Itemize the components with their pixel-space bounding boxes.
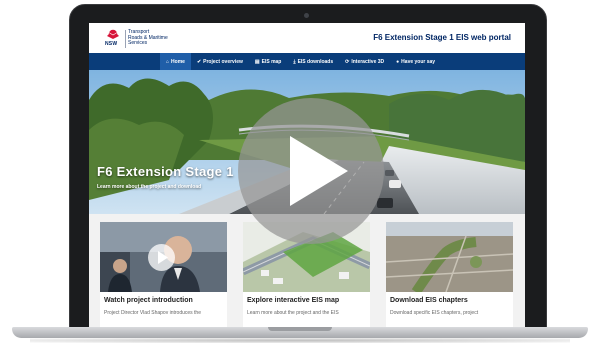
card-title[interactable]: Watch project introduction <box>104 297 193 304</box>
refresh-icon: ⟳ <box>345 58 350 65</box>
check-icon: ✔ <box>196 58 202 65</box>
nav-item-interactive-3d[interactable]: ⟳ Interactive 3D <box>339 53 390 70</box>
card-video-thumbnail[interactable] <box>100 222 227 292</box>
hero-subtitle[interactable]: Learn more about the project and downloa… <box>97 184 201 190</box>
site-header: NSW Transport Roads & Maritime Services … <box>89 23 525 53</box>
nav-item-label: Have your say <box>401 58 436 65</box>
nav-item-eis-downloads[interactable]: ⤓ EIS downloads <box>287 53 339 70</box>
laptop-notch <box>268 327 332 331</box>
nav-item-home[interactable]: ⌂ Home <box>160 53 191 70</box>
webcam <box>304 13 309 18</box>
card-aerial-image[interactable] <box>386 222 513 292</box>
play-icon <box>290 136 348 206</box>
agency-line: Services <box>128 40 148 47</box>
map-icon: ▤ <box>254 58 260 65</box>
home-icon: ⌂ <box>166 58 170 65</box>
laptop-shadow <box>30 338 570 343</box>
download-icon: ⤓ <box>293 58 296 65</box>
nav-item-eis-map[interactable]: ▤ EIS map <box>249 53 287 70</box>
nav-item-label: Interactive 3D <box>351 58 385 65</box>
nav-item-have-your-say[interactable]: ● Have your say <box>390 53 441 70</box>
card-watch-introduction[interactable]: Watch project introduction Project Direc… <box>100 222 227 327</box>
agency-name: Transport Roads & Maritime Services <box>128 29 168 47</box>
card-title[interactable]: Download EIS chapters <box>390 297 468 304</box>
card-text: Download specific EIS chapters, project <box>390 310 479 316</box>
hero-title: F6 Extension Stage 1 <box>97 164 234 179</box>
aerial-suburb-photo <box>386 222 513 292</box>
nav-item-label: Project overview <box>203 58 243 65</box>
video-play-overlay[interactable] <box>238 98 384 244</box>
speech-bubble-icon: ● <box>396 58 400 65</box>
nav-item-project-overview[interactable]: ✔ Project overview <box>191 53 249 70</box>
nav-item-label: EIS downloads <box>297 58 334 65</box>
main-nav: ⌂ Home ✔ Project overview ▤ EIS map ⤓ EIS downl… <box>89 53 525 70</box>
logo-divider <box>125 30 126 48</box>
laptop-mockup: NSW Transport Roads & Maritime Services … <box>0 0 600 345</box>
nsw-logo-text: NSW <box>105 41 118 47</box>
nsw-transport-logo[interactable]: NSW Transport Roads & Maritime Services <box>103 28 193 50</box>
card-title[interactable]: Explore interactive EIS map <box>247 297 339 304</box>
play-icon <box>158 251 168 264</box>
video-play-button[interactable] <box>148 244 175 271</box>
nav-items: ⌂ Home ✔ Project overview ▤ EIS map ⤓ EIS downl… <box>160 53 441 70</box>
card-download-chapters[interactable]: Download EIS chapters Download specific … <box>386 222 513 327</box>
portal-title: F6 Extension Stage 1 EIS web portal <box>373 33 511 42</box>
card-text: Project Director Vlad Shapov introduces … <box>104 310 201 316</box>
nav-item-label: EIS map <box>261 58 282 65</box>
nav-item-label: Home <box>171 58 185 65</box>
card-text: Learn more about the project and the EIS <box>247 310 339 316</box>
